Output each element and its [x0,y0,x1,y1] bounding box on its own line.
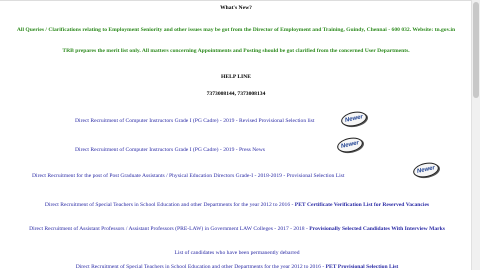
link-pg-assistants-selection-list[interactable]: Direct Recruitment for the post of Post … [32,173,432,180]
link-computer-instructors-revised-list[interactable]: Direct Recruitment of Computer Instructo… [75,118,345,125]
helpline-label: HELP LINE [221,74,251,80]
whats-new-heading: What's New? [220,5,252,11]
link-bold: PET Certificate Verification List for Re… [294,202,430,208]
newer-badge-icon: Newer [339,109,369,129]
page-content: What's New? All Queries / Clarifications… [0,0,472,270]
link-prefix: Direct Recruitment of Special Teachers i… [44,202,295,208]
link-computer-instructors-press-news[interactable]: Direct Recruitment of Computer Instructo… [75,147,340,154]
link-prefix: Direct Recruitment of Special Teachers i… [75,264,326,270]
employment-notice: All Queries / Clarifications relating to… [16,27,456,33]
link-special-teachers-pet-verification[interactable]: Direct Recruitment of Special Teachers i… [18,202,456,209]
top-divider [0,0,472,1]
scrollbar-thumb[interactable] [473,2,479,98]
link-bold: PET Provisional Selection List [325,264,399,270]
link-prefix: Direct Recruitment of Assistant Professo… [29,226,310,232]
merit-list-notice: TRB prepares the merit list only. All ma… [62,48,410,54]
link-bold: Provisionally Selected Candidates With I… [309,226,445,232]
newer-badge-icon: Newer [335,135,365,155]
link-debarred-candidates[interactable]: List of candidates who have been permane… [18,250,456,257]
link-assistant-professors-interview-marks[interactable]: Direct Recruitment of Assistant Professo… [18,226,456,233]
vertical-scrollbar[interactable] [471,0,480,270]
helpline-numbers: 7373008144, 7373008134 [206,91,266,97]
